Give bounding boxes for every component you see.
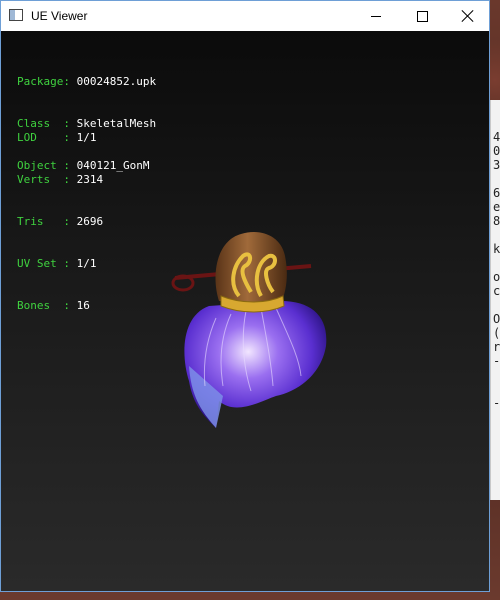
skeletal-mesh-render[interactable] bbox=[161, 196, 336, 446]
background-text-glyph: k bbox=[493, 242, 500, 256]
background-text-glyph: 0 bbox=[493, 144, 500, 158]
background-text-glyph: - bbox=[493, 396, 500, 410]
background-text-glyph: 3 bbox=[493, 158, 500, 172]
background-text-glyph: r bbox=[493, 340, 500, 354]
minimize-icon bbox=[371, 15, 381, 17]
background-text-glyph: O bbox=[493, 312, 500, 326]
background-text-glyph: o bbox=[493, 270, 500, 284]
minimize-button[interactable] bbox=[353, 1, 399, 31]
close-button[interactable] bbox=[445, 1, 491, 31]
app-window-icon bbox=[9, 9, 23, 21]
lod-label: LOD : bbox=[17, 131, 70, 144]
uvset-label: UV Set : bbox=[17, 257, 70, 270]
background-text-glyph: 6 bbox=[493, 186, 500, 200]
background-window-edge: 4 0 3 6 e 8 k o c O(r - - bbox=[490, 100, 500, 500]
lod-value: 1/1 bbox=[76, 131, 97, 144]
background-text-glyph: e bbox=[493, 200, 500, 214]
mesh-stats-block: LOD : 1/1 Verts : 2314 Tris : 2696 UV Se… bbox=[17, 103, 103, 341]
bones-label: Bones : bbox=[17, 299, 70, 312]
background-text-glyph: ( bbox=[493, 326, 500, 340]
maximize-icon bbox=[416, 10, 428, 22]
ue-viewer-window: UE Viewer Package: 00024852.upk Class : … bbox=[0, 0, 490, 592]
tris-label: Tris : bbox=[17, 215, 70, 228]
background-text-glyph: 4 bbox=[493, 130, 500, 144]
cap-body bbox=[215, 232, 287, 304]
background-text-glyph: c bbox=[493, 284, 500, 298]
close-icon bbox=[462, 10, 474, 22]
background-text-glyph: - bbox=[493, 354, 500, 368]
verts-label: Verts : bbox=[17, 173, 70, 186]
maximize-button[interactable] bbox=[399, 1, 445, 31]
verts-value: 2314 bbox=[76, 173, 104, 186]
tris-value: 2696 bbox=[76, 215, 104, 228]
3d-viewport[interactable]: Package: 00024852.upk Class : SkeletalMe… bbox=[1, 31, 489, 591]
package-label: Package: bbox=[17, 75, 70, 88]
background-text-glyph: 8 bbox=[493, 214, 500, 228]
bones-value: 16 bbox=[76, 299, 90, 312]
title-bar[interactable]: UE Viewer bbox=[1, 1, 489, 31]
uvset-value: 1/1 bbox=[76, 257, 97, 270]
window-title: UE Viewer bbox=[31, 9, 88, 23]
package-value: 00024852.upk bbox=[76, 75, 157, 88]
